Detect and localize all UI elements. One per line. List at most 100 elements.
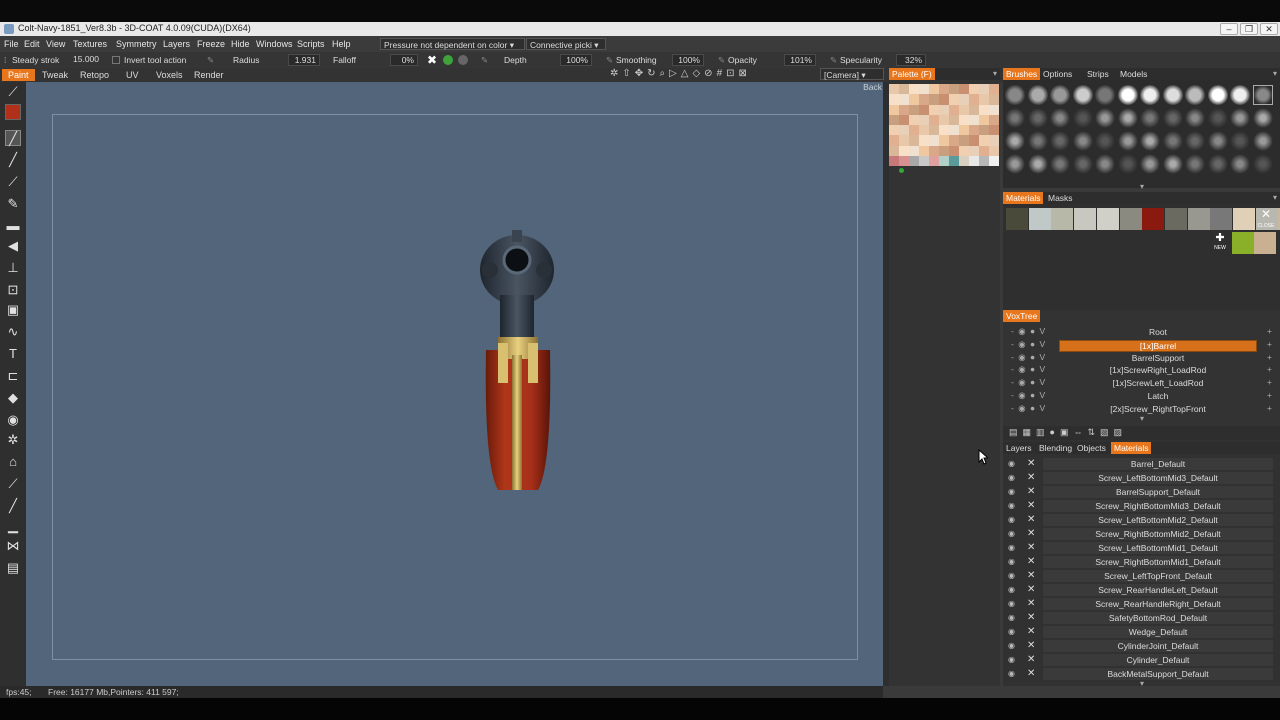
material-swatch[interactable] (1028, 208, 1051, 230)
remove-icon[interactable]: ✕ (1027, 570, 1035, 581)
tab-blending[interactable]: Blending (1036, 442, 1075, 454)
visibility-toggle-icon[interactable]: - ◉ ● V (1011, 403, 1046, 414)
material-list-item[interactable]: ◉ ✕ Screw_RearHandleRight_Default (1003, 597, 1280, 611)
remove-icon[interactable]: ✕ (1027, 458, 1035, 469)
opacity-value[interactable]: 101% (784, 54, 816, 66)
room-render[interactable]: Render (188, 69, 230, 81)
palette-swatch[interactable] (969, 114, 979, 125)
palette-swatch[interactable] (959, 155, 969, 166)
remove-icon[interactable]: ✕ (1027, 472, 1035, 483)
brushes-menu-icon[interactable]: ▾ (1273, 69, 1277, 78)
palette-swatch[interactable] (979, 104, 989, 115)
visibility-toggle-icon[interactable]: - ◉ ● V (1011, 339, 1046, 350)
palette-swatch[interactable] (889, 84, 899, 95)
palette-swatch[interactable] (959, 104, 969, 115)
menu-windows[interactable]: Windows (256, 39, 293, 49)
line-tool-icon[interactable]: ╱ (5, 152, 21, 168)
material-swatch[interactable] (1051, 208, 1074, 230)
brush-alpha-icon[interactable] (1050, 154, 1070, 174)
tab-layer-materials[interactable]: Materials (1111, 442, 1152, 454)
remove-icon[interactable]: ✕ (1027, 640, 1035, 651)
material-list-item[interactable]: ◉ ✕ BarrelSupport_Default (1003, 485, 1280, 499)
palette-swatch[interactable] (959, 135, 969, 146)
palette-swatch[interactable] (969, 145, 979, 156)
palette-swatch[interactable] (919, 94, 929, 105)
brush-alpha-icon[interactable] (1005, 154, 1025, 174)
materials-menu-icon[interactable]: ▾ (1273, 193, 1277, 202)
remove-icon[interactable]: ✕ (1027, 584, 1035, 595)
material-list-item[interactable]: ◉ ✕ CylinderJoint_Default (1003, 639, 1280, 653)
brush-alpha-icon[interactable] (1027, 131, 1048, 151)
brush-alpha-icon[interactable] (1117, 154, 1138, 174)
palette-swatch[interactable] (919, 155, 929, 166)
palette-swatch[interactable] (899, 114, 909, 125)
brush-alpha-icon[interactable] (1005, 131, 1025, 151)
eye-icon[interactable]: ◉ (1008, 613, 1015, 622)
add-child-icon[interactable]: + (1267, 339, 1272, 349)
visibility-toggle-icon[interactable]: - ◉ ● V (1011, 364, 1046, 375)
voxtree-item[interactable]: - ◉ ● V [1x]ScrewRight_LoadRod + (1003, 364, 1280, 377)
palette-swatch[interactable] (909, 155, 919, 166)
palette-swatch[interactable] (899, 94, 909, 105)
brush-alpha-icon[interactable] (1117, 108, 1138, 128)
palette-swatch[interactable] (989, 135, 999, 146)
palette-swatch[interactable] (979, 155, 989, 166)
maximize-icon[interactable]: ❐ (1240, 23, 1258, 35)
palette-swatch[interactable] (939, 104, 949, 115)
brush-tool-icon[interactable]: ╱ (5, 130, 21, 146)
palette-swatch[interactable] (989, 114, 999, 125)
palette-swatch[interactable] (989, 145, 999, 156)
palette-swatch[interactable] (969, 94, 979, 105)
brush-alpha-icon[interactable] (1072, 85, 1093, 105)
smoothing-value[interactable]: 100% (672, 54, 704, 66)
material-list-item[interactable]: ◉ ✕ Screw_RightBottomMid1_Default (1003, 555, 1280, 569)
visibility-toggle-icon[interactable]: - ◉ ● V (1011, 352, 1046, 363)
eye-icon[interactable]: ◉ (1008, 557, 1015, 566)
layer-tool-icons[interactable]: ▤▦▥●▣⇔⇅▧▨ (1009, 427, 1127, 438)
tab-options[interactable]: Options (1040, 68, 1075, 80)
eye-icon[interactable]: ◉ (1008, 669, 1015, 678)
material-list-item[interactable]: ◉ ✕ Screw_RightBottomMid3_Default (1003, 499, 1280, 513)
tab-strips[interactable]: Strips (1084, 68, 1112, 80)
eye-icon[interactable]: ◉ (1008, 487, 1015, 496)
material-swatch[interactable] (1233, 208, 1255, 230)
radius-value[interactable]: 1.931 (288, 54, 320, 66)
palette-swatch[interactable] (909, 94, 919, 105)
brush-alpha-icon[interactable] (1162, 131, 1183, 151)
eye-icon[interactable]: ◉ (1008, 655, 1015, 664)
connective-pick-dropdown[interactable]: Connective picki ▾ (526, 38, 606, 50)
room-paint[interactable]: Paint (2, 69, 35, 81)
eye-icon[interactable]: ◉ (1008, 543, 1015, 552)
brush-alpha-icon[interactable] (1005, 108, 1025, 128)
brush-alpha-icon[interactable] (1095, 154, 1115, 174)
brush-alpha-icon[interactable] (1230, 85, 1250, 105)
material-swatch[interactable] (1006, 208, 1028, 230)
eye-icon[interactable]: ◉ (1008, 585, 1015, 594)
menu-help[interactable]: Help (332, 39, 351, 49)
palette-swatch[interactable] (919, 135, 929, 146)
text-tool-icon[interactable]: T (5, 346, 21, 362)
brush-alpha-icon[interactable] (1207, 154, 1228, 174)
new-material-icon[interactable]: ✚ NEW (1210, 233, 1230, 252)
material-swatch[interactable] (1074, 208, 1097, 230)
material-swatch-green[interactable] (1232, 232, 1254, 254)
brush-alpha-icon[interactable] (1095, 108, 1115, 128)
gear-tool-icon[interactable]: ✲ (5, 432, 21, 448)
eye-icon[interactable]: ◉ (1008, 641, 1015, 650)
palette-swatch[interactable] (909, 145, 919, 156)
palette-swatch[interactable] (939, 114, 949, 125)
minimize-icon[interactable]: – (1220, 23, 1238, 35)
knife-tool-icon[interactable]: ╱ (5, 498, 21, 514)
palette-swatch[interactable] (929, 94, 939, 105)
palette-swatch[interactable] (979, 125, 989, 136)
brush-alpha-icon[interactable] (1072, 154, 1093, 174)
brushes-expand-icon[interactable]: ▾ (1140, 182, 1144, 191)
menu-layers[interactable]: Layers (163, 39, 190, 49)
palette-swatch[interactable] (969, 125, 979, 136)
add-child-icon[interactable]: + (1267, 403, 1272, 413)
brush-alpha-icon[interactable] (1185, 154, 1205, 174)
palette-swatch[interactable] (939, 94, 949, 105)
menu-file[interactable]: File (4, 39, 19, 49)
falloff-close-icon[interactable]: ✖ (427, 53, 437, 67)
tab-layers[interactable]: Layers (1003, 442, 1035, 454)
